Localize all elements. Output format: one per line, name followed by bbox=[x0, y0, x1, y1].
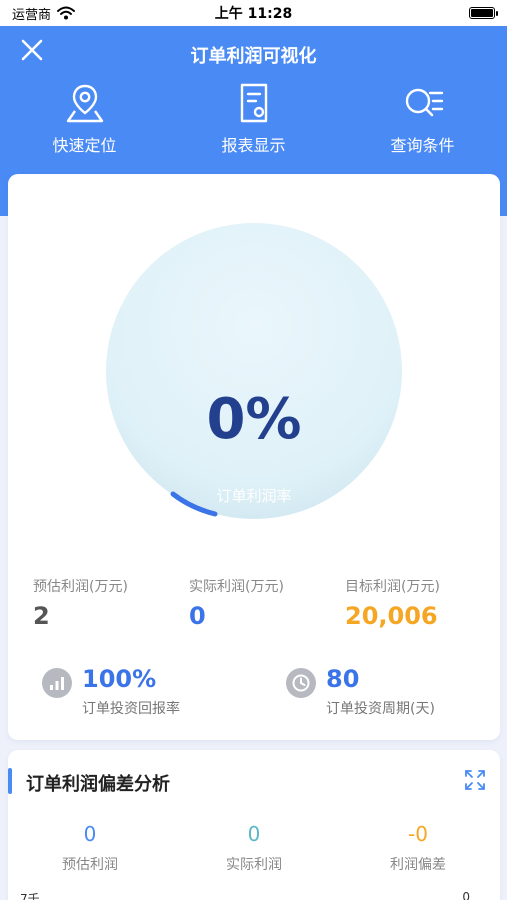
chart-axis-left-label: 7千 bbox=[20, 892, 40, 900]
battery-icon bbox=[469, 7, 498, 19]
deviation-analysis-card: 订单利润偏差分析 0 预估利润 0 实际利润 -0 利润偏差 7千 0 bbox=[8, 750, 500, 900]
section-accent-bar bbox=[8, 768, 12, 794]
deviation-estimated-value: 0 bbox=[83, 822, 97, 846]
investment-cycle-value: 80 bbox=[326, 665, 360, 693]
actual-profit-stat: 实际利润(万元) 0 bbox=[189, 576, 284, 630]
target-profit-label: 目标利润(万元) bbox=[345, 579, 440, 595]
bar-chart-icon bbox=[42, 668, 72, 698]
location-pin-icon bbox=[66, 84, 103, 123]
toolbar: 快速定位 报表显示 查询条件 bbox=[0, 80, 507, 160]
roi-label: 订单投资回报率 bbox=[82, 701, 180, 717]
investment-cycle-label: 订单投资周期(天) bbox=[326, 701, 435, 717]
deviation-values: 0 预估利润 0 实际利润 -0 利润偏差 bbox=[8, 822, 500, 874]
deviation-estimated: 0 预估利润 bbox=[8, 822, 172, 874]
wifi-icon bbox=[57, 6, 76, 20]
chart-axis-right-label: 0 bbox=[462, 890, 470, 900]
gauge-circle bbox=[106, 223, 402, 519]
actual-profit-label: 实际利润(万元) bbox=[189, 579, 284, 595]
investment-kpis: 100% 订单投资回报率 80 订单投资周期(天) bbox=[8, 664, 500, 724]
page-title: 订单利润可视化 bbox=[190, 46, 317, 67]
quick-locate-label: 快速定位 bbox=[52, 136, 117, 155]
deviation-actual-label: 实际利润 bbox=[226, 857, 282, 873]
profit-summary-card: 0% 订单利润率 预估利润(万元) 2 实际利润(万元) 0 目标利润(万元) … bbox=[8, 174, 500, 740]
report-document-icon bbox=[240, 83, 267, 123]
report-display-label: 报表显示 bbox=[221, 136, 286, 155]
query-conditions-button[interactable]: 查询条件 bbox=[338, 80, 507, 160]
profit-stats: 预估利润(万元) 2 实际利润(万元) 0 目标利润(万元) 20,006 bbox=[8, 576, 500, 636]
expand-icon[interactable] bbox=[464, 769, 486, 791]
roi-value: 100% bbox=[82, 665, 157, 693]
estimated-profit-stat: 预估利润(万元) 2 bbox=[33, 576, 128, 630]
status-left: 运营商 bbox=[12, 4, 76, 23]
target-profit-value: 20,006 bbox=[345, 602, 438, 630]
status-time: 上午 11:28 bbox=[214, 6, 293, 22]
roi-kpi: 100% 订单投资回报率 bbox=[42, 664, 180, 718]
target-profit-stat: 目标利润(万元) 20,006 bbox=[345, 576, 440, 630]
deviation-actual-value: 0 bbox=[247, 822, 261, 846]
actual-profit-value: 0 bbox=[189, 602, 206, 630]
deviation-diff-label: 利润偏差 bbox=[390, 857, 446, 873]
estimated-profit-label: 预估利润(万元) bbox=[33, 579, 128, 595]
investment-cycle-kpi: 80 订单投资周期(天) bbox=[286, 664, 435, 718]
profit-rate-gauge: 0% 订单利润率 bbox=[105, 222, 403, 520]
deviation-section-title: 订单利润偏差分析 bbox=[26, 774, 170, 795]
deviation-actual: 0 实际利润 bbox=[172, 822, 336, 874]
profit-rate-value: 0% bbox=[206, 387, 302, 452]
deviation-diff-value: -0 bbox=[408, 822, 428, 846]
quick-locate-button[interactable]: 快速定位 bbox=[0, 80, 169, 160]
deviation-diff: -0 利润偏差 bbox=[336, 822, 500, 874]
report-display-button[interactable]: 报表显示 bbox=[169, 80, 338, 160]
deviation-estimated-label: 预估利润 bbox=[62, 857, 118, 873]
query-conditions-label: 查询条件 bbox=[390, 136, 455, 155]
status-bar: 运营商 上午 11:28 bbox=[0, 0, 507, 26]
clock-icon bbox=[286, 668, 316, 698]
estimated-profit-value: 2 bbox=[33, 602, 50, 630]
search-list-icon bbox=[405, 88, 443, 117]
carrier-label: 运营商 bbox=[12, 7, 52, 23]
profit-rate-label: 订单利润率 bbox=[216, 487, 292, 505]
